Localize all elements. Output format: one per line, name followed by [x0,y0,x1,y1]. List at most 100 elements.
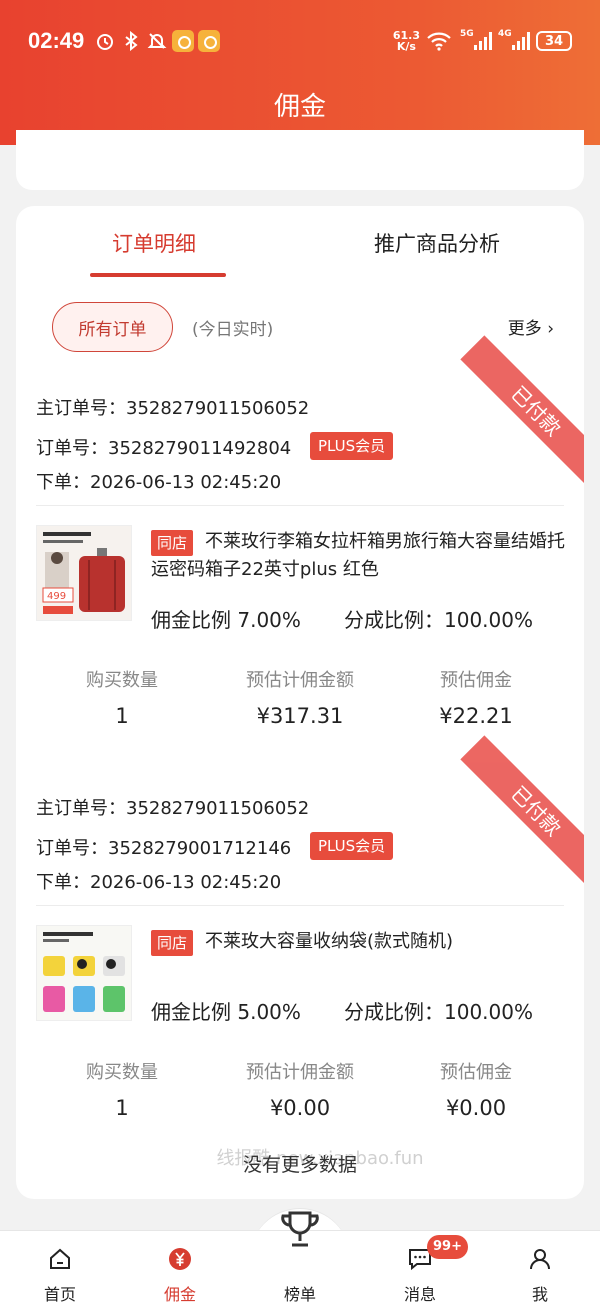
order-line: 订单号：3528279011492804 [36,434,291,460]
qty-value: 1 [115,1096,129,1120]
plus-member-badge: PLUS会员 [310,832,394,860]
placed-label: 下单： [36,872,90,893]
active-tab-indicator [90,273,226,277]
filter-row: 所有订单 (今日实时) 更多 › [16,302,584,354]
battery-indicator: 34 [536,31,572,51]
commission-rate-label: 佣金比例 [151,608,231,632]
commission-rate-value: 7.00% [237,608,301,632]
est-commission-value: ¥0.00 [445,1096,507,1120]
placed-line: 下单：2026-06-13 02:45:20 [36,468,281,494]
paid-ribbon: 已付款 [460,335,584,487]
main-order-line: 主订单号：3528279011506052 [36,394,309,420]
commission-rate: 佣金比例 5.00% [151,996,301,1025]
network-type-1: 5G [460,29,474,39]
order-number: 3528279001712146 [108,838,292,859]
share-rate: 分成比例：100.00% [344,604,533,633]
order-label: 订单号： [36,438,108,459]
est-commission-label: 预估佣金 [440,1062,512,1083]
summary-card [16,130,584,190]
est-commission-label: 预估佣金 [440,670,512,691]
nav-me-label: 我 [531,1285,548,1304]
main-order-number: 3528279011506052 [126,398,310,419]
est-base-label: 预估计佣金额 [246,670,354,691]
main-order-line: 主订单号：3528279011506052 [36,794,309,820]
placed-time: 2026-06-13 02:45:20 [90,872,282,893]
nav-home[interactable]: 首页 [0,1231,120,1312]
app-header: 02:49 61.3 K/s 5G 4G 34 佣金 [0,0,600,145]
no-more-data: 没有更多数据 [242,1154,357,1176]
realtime-note: (今日实时) [192,320,274,340]
more-button[interactable]: 更多 › [508,314,554,339]
est-commission-value: ¥22.21 [439,704,513,728]
product-title[interactable]: 不莱玫大容量收纳袋(款式随机) [151,928,571,956]
order-label: 订单号： [36,838,108,859]
nav-commission[interactable]: 佣金 [120,1231,240,1312]
nav-commission-label: 佣金 [163,1285,196,1304]
mute-bell-icon [146,30,168,52]
status-time: 02:49 [28,28,85,53]
main-order-label: 主订单号： [36,798,126,819]
share-rate-value: 100.00% [444,1000,533,1024]
app-notification-icon [172,30,195,52]
tab-order-details[interactable]: 订单明细 [112,228,196,258]
paid-ribbon: 已付款 [460,735,584,887]
est-base-value: ¥317.31 [256,704,344,728]
app-notification-icon [198,30,221,52]
network-speed: 61.3 K/s [393,30,420,52]
unread-badge: 99+ [427,1235,468,1259]
trophy-icon [281,1211,319,1247]
commission-rate: 佣金比例 7.00% [151,604,301,633]
nav-ranking-label: 榜单 [283,1285,316,1304]
thumb-price: 499 [47,591,66,602]
order-card[interactable]: 已付款 主订单号：3528279011506052 订单号：3528279001… [16,735,584,1140]
placed-label: 下单： [36,472,90,493]
bottom-nav: 首页 佣金 榜单 99+ 消息 我 [0,1211,600,1312]
plus-member-badge: PLUS会员 [310,432,394,460]
speed-unit: K/s [396,40,416,53]
order-line: 订单号：3528279001712146 [36,834,291,860]
wifi-icon [426,30,452,52]
qty-label: 购买数量 [86,1062,158,1083]
yuan-icon [169,1248,191,1270]
status-right: 61.3 K/s 5G 4G 34 [393,29,572,52]
tab-product-analysis[interactable]: 推广商品分析 [374,228,500,258]
page-title: 佣金 [273,92,326,122]
qty-value: 1 [115,704,129,728]
user-icon [530,1249,550,1270]
divider [36,505,564,506]
status-bar: 02:49 61.3 K/s 5G 4G 34 [28,24,572,58]
share-rate: 分成比例：100.00% [344,996,533,1025]
divider [36,905,564,906]
all-orders-filter-button[interactable]: 所有订单 [52,302,173,352]
nav-ranking[interactable]: 榜单 [240,1211,360,1312]
nav-home-label: 首页 [43,1285,76,1304]
tab-bar: 订单明细 推广商品分析 [16,206,584,286]
commission-rate-value: 5.00% [237,1000,301,1024]
product-thumbnail[interactable] [36,925,132,1021]
main-order-label: 主订单号： [36,398,126,419]
home-icon [50,1248,70,1269]
order-number: 3528279011492804 [108,438,292,459]
share-rate-label: 分成比例： [344,1000,444,1024]
est-base-label: 预估计佣金额 [246,1062,354,1083]
product-thumbnail[interactable]: 499 [36,525,132,621]
signal-4g-icon: 4G [498,29,530,50]
nav-me[interactable]: 我 [480,1231,600,1312]
product-title[interactable]: 不莱玫行李箱女拉杆箱男旅行箱大容量结婚托运密码箱子22英寸plus 红色 [151,528,571,584]
commission-rate-label: 佣金比例 [151,1000,231,1024]
nav-messages[interactable]: 99+ 消息 [360,1231,480,1312]
bluetooth-icon [120,30,142,52]
placed-time: 2026-06-13 02:45:20 [90,472,282,493]
qty-label: 购买数量 [86,670,158,691]
network-type-2: 4G [498,29,512,39]
orders-panel: 订单明细 推广商品分析 所有订单 (今日实时) 更多 › 已付款 主订单号：35… [16,206,584,1199]
main-order-number: 3528279011506052 [126,798,310,819]
alarm-icon [94,30,116,52]
order-card[interactable]: 已付款 主订单号：3528279011506052 订单号：3528279011… [16,335,584,740]
nav-messages-label: 消息 [403,1285,436,1304]
placed-line: 下单：2026-06-13 02:45:20 [36,868,281,894]
signal-5g-icon: 5G [460,29,492,50]
share-rate-value: 100.00% [444,608,533,632]
share-rate-label: 分成比例： [344,608,444,632]
est-base-value: ¥0.00 [269,1096,331,1120]
